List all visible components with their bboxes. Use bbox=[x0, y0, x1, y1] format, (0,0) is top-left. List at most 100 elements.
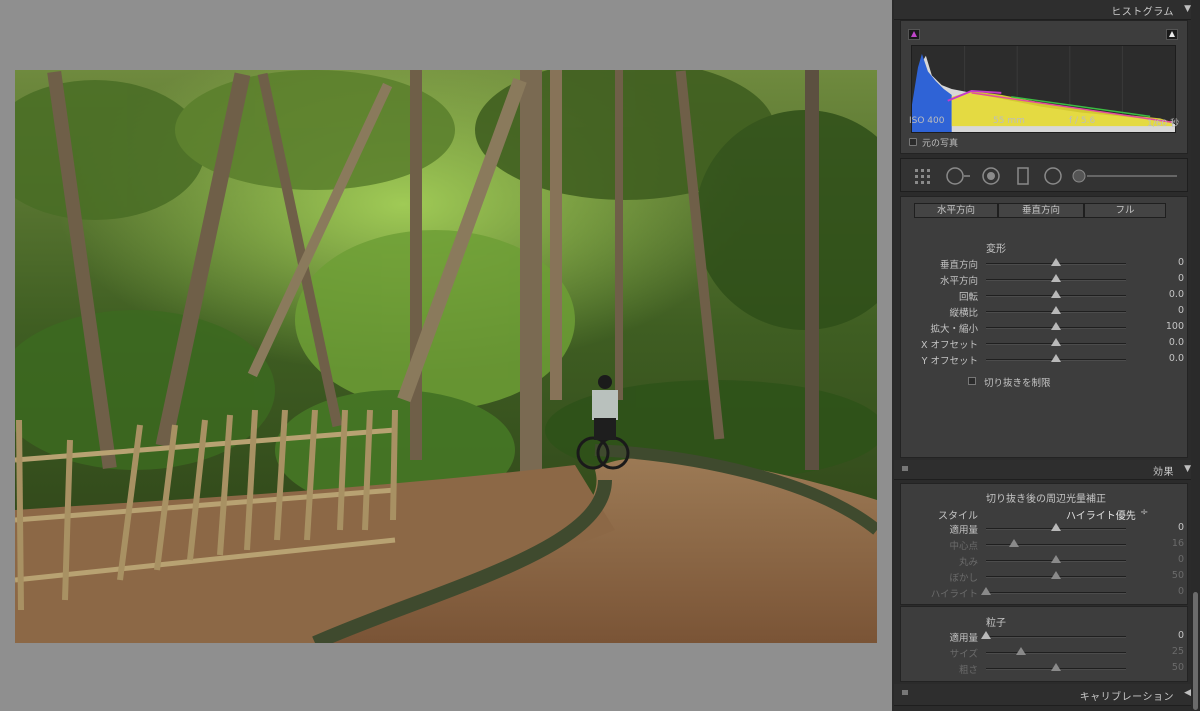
slider-thumb[interactable] bbox=[981, 631, 991, 639]
slider-value[interactable]: 0.0 bbox=[1169, 353, 1184, 364]
focal-length-value: 55 mm bbox=[993, 116, 1025, 126]
vignette-title: 切り抜き後の周辺光量補正 bbox=[986, 494, 1106, 505]
radial-filter-icon[interactable] bbox=[1043, 166, 1063, 186]
slider-row[interactable]: 中心点 16 bbox=[894, 537, 1200, 553]
photo-preview[interactable] bbox=[15, 70, 877, 643]
slider-value[interactable]: 0 bbox=[1178, 554, 1184, 565]
iso-value: ISO 400 bbox=[909, 116, 945, 126]
slider-thumb[interactable] bbox=[1051, 555, 1061, 563]
slider-value[interactable]: 0 bbox=[1178, 522, 1184, 533]
slider-row[interactable]: 水平方向 0 bbox=[894, 272, 1200, 288]
slider-row[interactable]: サイズ 25 bbox=[894, 645, 1200, 661]
histogram-title: ヒストグラム bbox=[1111, 7, 1174, 18]
slider-thumb[interactable] bbox=[1016, 647, 1026, 655]
slider-label: ハイライト bbox=[930, 589, 978, 600]
slider-label: 丸み bbox=[958, 557, 978, 568]
histogram-header[interactable]: ヒストグラム ▼ bbox=[894, 0, 1200, 20]
style-dropdown[interactable]: ハイライト優先 bbox=[1066, 507, 1136, 522]
style-label: スタイル bbox=[938, 511, 978, 522]
slider-thumb[interactable] bbox=[1051, 258, 1061, 266]
slider-thumb[interactable] bbox=[1051, 306, 1061, 314]
histogram-panel: ISO 400 55 mm f / 5.6 1/60 秒 元の写真 bbox=[900, 20, 1188, 154]
effects-title: 効果 bbox=[1153, 467, 1174, 478]
tool-strip bbox=[900, 158, 1188, 192]
shadow-clipping-icon[interactable] bbox=[908, 29, 920, 40]
panel-scrollbar[interactable] bbox=[1191, 0, 1200, 711]
photo-viewer bbox=[0, 0, 892, 711]
slider-label: 回転 bbox=[958, 292, 978, 303]
slider-row[interactable]: ぼかし 50 bbox=[894, 569, 1200, 585]
slider-value[interactable]: 0.0 bbox=[1169, 337, 1184, 348]
slider-thumb[interactable] bbox=[1051, 274, 1061, 282]
transform-title: 変形 bbox=[986, 244, 1006, 255]
collapse-triangle-icon[interactable]: ▼ bbox=[1184, 4, 1191, 14]
crop-overlay-icon[interactable] bbox=[913, 166, 933, 186]
slider-label: 垂直方向 bbox=[939, 260, 978, 271]
slider-row[interactable]: 適用量 0 bbox=[894, 521, 1200, 537]
slider-thumb[interactable] bbox=[981, 587, 991, 595]
collapse-triangle-icon[interactable]: ▼ bbox=[1184, 464, 1191, 474]
slider-track[interactable] bbox=[986, 592, 1126, 594]
slider-label: サイズ bbox=[949, 649, 978, 660]
slider-thumb[interactable] bbox=[1051, 663, 1061, 671]
constrain-crop-label: 切り抜きを制限 bbox=[984, 378, 1051, 389]
slider-value[interactable]: 50 bbox=[1172, 662, 1184, 673]
slider-thumb[interactable] bbox=[1051, 322, 1061, 330]
slider-track[interactable] bbox=[986, 544, 1126, 546]
slider-label: 水平方向 bbox=[939, 276, 978, 287]
original-photo-checkbox[interactable] bbox=[909, 138, 917, 146]
slider-value[interactable]: 16 bbox=[1172, 538, 1184, 549]
slider-value[interactable]: 0 bbox=[1178, 630, 1184, 641]
slider-row[interactable]: 丸み 0 bbox=[894, 553, 1200, 569]
dropdown-arrow-icon[interactable]: ÷ bbox=[1140, 507, 1148, 518]
slider-value[interactable]: 50 bbox=[1172, 570, 1184, 581]
slider-track[interactable] bbox=[986, 652, 1126, 654]
slider-thumb[interactable] bbox=[1051, 338, 1061, 346]
upright-full-button[interactable]: フル bbox=[1084, 203, 1166, 218]
expand-triangle-icon[interactable]: ◀ bbox=[1184, 688, 1191, 698]
constrain-crop-checkbox[interactable] bbox=[968, 377, 976, 385]
slider-value[interactable]: 0.0 bbox=[1169, 289, 1184, 300]
slider-row[interactable]: 垂直方向 0 bbox=[894, 256, 1200, 272]
slider-row[interactable]: X オフセット 0.0 bbox=[894, 336, 1200, 352]
slider-row[interactable]: 適用量 0 bbox=[894, 629, 1200, 645]
slider-thumb[interactable] bbox=[1051, 290, 1061, 298]
slider-value[interactable]: 0 bbox=[1178, 586, 1184, 597]
shutter-speed-value: 1/60 秒 bbox=[1147, 119, 1180, 129]
aperture-value: f / 5.6 bbox=[1069, 116, 1096, 126]
calibration-header[interactable]: キャリブレーション ◀ bbox=[894, 684, 1200, 706]
spot-removal-icon[interactable] bbox=[945, 166, 971, 186]
develop-right-panel: ヒストグラム ▼ ISO 400 55 mm f / 5.6 1/60 秒 元の… bbox=[894, 0, 1200, 711]
slider-row[interactable]: 拡大・縮小 100 bbox=[894, 320, 1200, 336]
slider-label: 中心点 bbox=[949, 541, 978, 552]
slider-thumb[interactable] bbox=[1051, 571, 1061, 579]
slider-value[interactable]: 25 bbox=[1172, 646, 1184, 657]
slider-value[interactable]: 100 bbox=[1166, 321, 1184, 332]
slider-track[interactable] bbox=[986, 636, 1126, 638]
red-eye-icon[interactable] bbox=[981, 166, 1001, 186]
highlight-clipping-icon[interactable] bbox=[1166, 29, 1178, 40]
scrollbar-thumb[interactable] bbox=[1193, 592, 1198, 710]
slider-thumb[interactable] bbox=[1009, 539, 1019, 547]
slider-label: X オフセット bbox=[920, 340, 978, 351]
effects-header[interactable]: 効果 ▼ bbox=[894, 460, 1200, 480]
slider-thumb[interactable] bbox=[1051, 523, 1061, 531]
slider-label: ぼかし bbox=[949, 573, 978, 584]
panel-switch-icon[interactable] bbox=[902, 690, 908, 695]
upright-horizontal-button[interactable]: 水平方向 bbox=[914, 203, 998, 218]
slider-value[interactable]: 0 bbox=[1178, 273, 1184, 284]
slider-value[interactable]: 0 bbox=[1178, 305, 1184, 316]
slider-label: 適用量 bbox=[949, 633, 978, 644]
slider-row[interactable]: 縦横比 0 bbox=[894, 304, 1200, 320]
slider-value[interactable]: 0 bbox=[1178, 257, 1184, 268]
slider-thumb[interactable] bbox=[1051, 354, 1061, 362]
panel-switch-icon[interactable] bbox=[902, 466, 908, 471]
slider-row[interactable]: 回転 0.0 bbox=[894, 288, 1200, 304]
adjustment-brush-slider[interactable] bbox=[1071, 166, 1181, 186]
slider-row[interactable]: ハイライト 0 bbox=[894, 585, 1200, 601]
slider-row[interactable]: Y オフセット 0.0 bbox=[894, 352, 1200, 368]
upright-vertical-button[interactable]: 垂直方向 bbox=[998, 203, 1084, 218]
slider-row[interactable]: 粗さ 50 bbox=[894, 661, 1200, 677]
slider-label: 拡大・縮小 bbox=[930, 324, 978, 335]
graduated-filter-icon[interactable] bbox=[1013, 166, 1033, 186]
